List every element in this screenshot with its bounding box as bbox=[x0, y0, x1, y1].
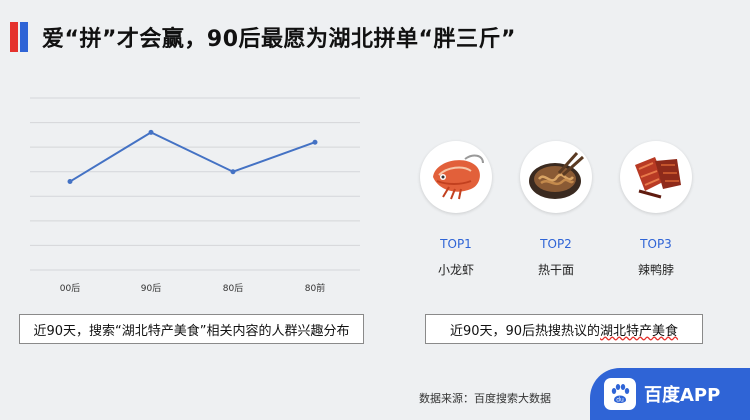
foods-caption-underlined: 湖北特产美食 bbox=[600, 323, 679, 339]
app-name: 百度APP bbox=[644, 385, 721, 406]
x-tick-label: 80前 bbox=[305, 282, 325, 294]
data-source: 数据来源：百度搜索大数据 bbox=[419, 392, 551, 405]
food-item-top3: TOP3 辣鸭脖 bbox=[616, 141, 696, 278]
chart-caption-text: 近90天，搜索“湖北特产美食”相关内容的人群兴趣分布 bbox=[33, 323, 350, 339]
data-point bbox=[230, 169, 236, 175]
x-tick-label: 80后 bbox=[223, 283, 243, 294]
food-item-top2: TOP2 热干面 bbox=[516, 141, 596, 278]
duck-neck-icon bbox=[620, 141, 692, 213]
crayfish-icon bbox=[420, 141, 492, 213]
svg-text:du: du bbox=[616, 397, 624, 404]
food-name: 热干面 bbox=[537, 263, 574, 277]
x-tick-label: 00后 bbox=[60, 283, 80, 294]
noodles-icon bbox=[520, 141, 592, 213]
food-name: 小龙虾 bbox=[437, 263, 474, 277]
chart-caption: 近90天，搜索“湖北特产美食”相关内容的人群兴趣分布 bbox=[19, 314, 364, 344]
food-name: 辣鸭脖 bbox=[637, 263, 674, 277]
app-badge: du 百度APP bbox=[590, 368, 750, 420]
food-rank: TOP1 bbox=[440, 237, 472, 251]
food-item-top1: TOP1 小龙虾 bbox=[416, 141, 496, 278]
foods-caption: 近90天，90后热搜热议的 湖北特产美食 bbox=[425, 314, 703, 344]
food-rank: TOP2 bbox=[540, 237, 572, 251]
data-point bbox=[312, 139, 318, 145]
food-rank: TOP3 bbox=[640, 237, 672, 251]
data-point bbox=[148, 129, 154, 135]
x-tick-label: 90后 bbox=[141, 283, 161, 294]
baidu-paw-icon: du bbox=[604, 378, 636, 410]
foods-caption-prefix: 近90天，90后热搜热议的 bbox=[449, 323, 601, 339]
series-line bbox=[69, 131, 316, 183]
data-point bbox=[67, 179, 73, 185]
